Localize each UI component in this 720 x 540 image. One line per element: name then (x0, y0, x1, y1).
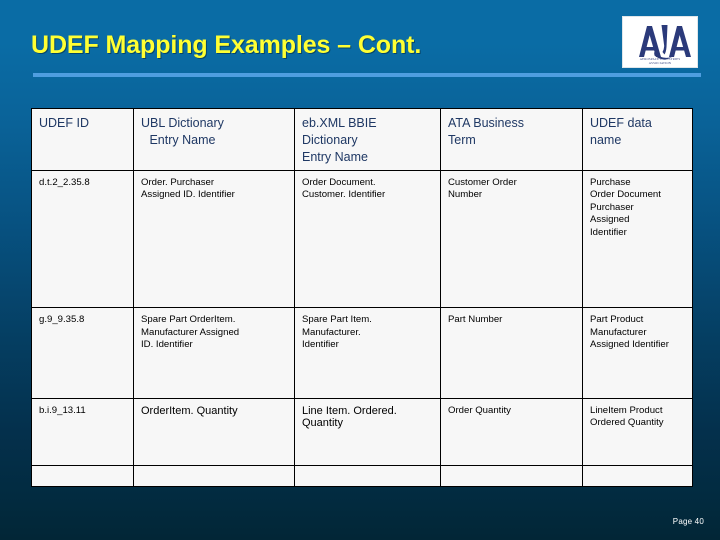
aia-logo-subtitle: AEROSPACE INDUSTRIES ASSOCIATION (623, 57, 697, 65)
table-row: d.t.2_2.35.8 Order. Purchaser Assigned I… (31, 169, 693, 309)
slide-canvas: UDEF Mapping Examples – Cont. AEROSPACE … (0, 0, 720, 540)
cell-ubl (133, 465, 295, 487)
udef-mapping-table-wrap: UDEF ID UBL Dictionary Entry Name eb.XML… (31, 108, 693, 487)
title-underline-rule (33, 73, 701, 77)
cell-udef-id (31, 465, 134, 487)
cell-ubl: OrderItem. Quantity (133, 397, 295, 467)
cell-ata: Part Number (440, 307, 583, 399)
cell-ata: Customer Order Number (440, 169, 583, 309)
cell-udef-name: Purchase Order Document Purchaser Assign… (582, 169, 693, 309)
cell-ebxml: Order Document. Customer. Identifier (294, 169, 441, 309)
udef-mapping-table: UDEF ID UBL Dictionary Entry Name eb.XML… (31, 108, 693, 487)
table-header-row: UDEF ID UBL Dictionary Entry Name eb.XML… (31, 108, 693, 171)
cell-udef-id: b.i.9_13.11 (31, 397, 134, 467)
table-body: d.t.2_2.35.8 Order. Purchaser Assigned I… (31, 169, 693, 487)
cell-ubl: Order. Purchaser Assigned ID. Identifier (133, 169, 295, 309)
column-header-ebxml-text: eb.XML BBIE Dictionary Entry Name (302, 116, 377, 164)
column-header-ubl-dictionary-entry-name: UBL Dictionary Entry Name (133, 108, 295, 171)
cell-udef-name: Part Product Manufacturer Assigned Ident… (582, 307, 693, 399)
aia-logo-subtitle-line2: ASSOCIATION (648, 60, 672, 65)
column-header-udef-data-name: UDEF data name (582, 108, 693, 171)
cell-udef-name: LineItem Product Ordered Quantity (582, 397, 693, 467)
column-header-ata-business-term: ATA Business Term (440, 108, 583, 171)
cell-udef-id: d.t.2_2.35.8 (31, 169, 134, 309)
cell-udef-name (582, 465, 693, 487)
table-row: b.i.9_13.11 OrderItem. Quantity Line Ite… (31, 397, 693, 467)
table-header: UDEF ID UBL Dictionary Entry Name eb.XML… (31, 108, 693, 171)
page-number: Page 40 (672, 517, 704, 526)
cell-ata (440, 465, 583, 487)
page-title: UDEF Mapping Examples – Cont. (31, 31, 422, 59)
column-header-ebxml-bbie-dictionary-entry-name: eb.XML BBIE Dictionary Entry Name (294, 108, 441, 171)
cell-udef-id: g.9_9.35.8 (31, 307, 134, 399)
cell-ebxml: Spare Part Item. Manufacturer. Identifie… (294, 307, 441, 399)
table-row (31, 465, 693, 487)
cell-ata: Order Quantity (440, 397, 583, 467)
column-header-ubl-text: UBL Dictionary Entry Name (141, 116, 224, 147)
aia-logo: AEROSPACE INDUSTRIES ASSOCIATION (622, 16, 698, 68)
column-header-udef-id: UDEF ID (31, 108, 134, 171)
cell-ebxml (294, 465, 441, 487)
cell-ubl: Spare Part OrderItem. Manufacturer Assig… (133, 307, 295, 399)
cell-ebxml: Line Item. Ordered. Quantity (294, 397, 441, 467)
table-row: g.9_9.35.8 Spare Part OrderItem. Manufac… (31, 307, 693, 399)
